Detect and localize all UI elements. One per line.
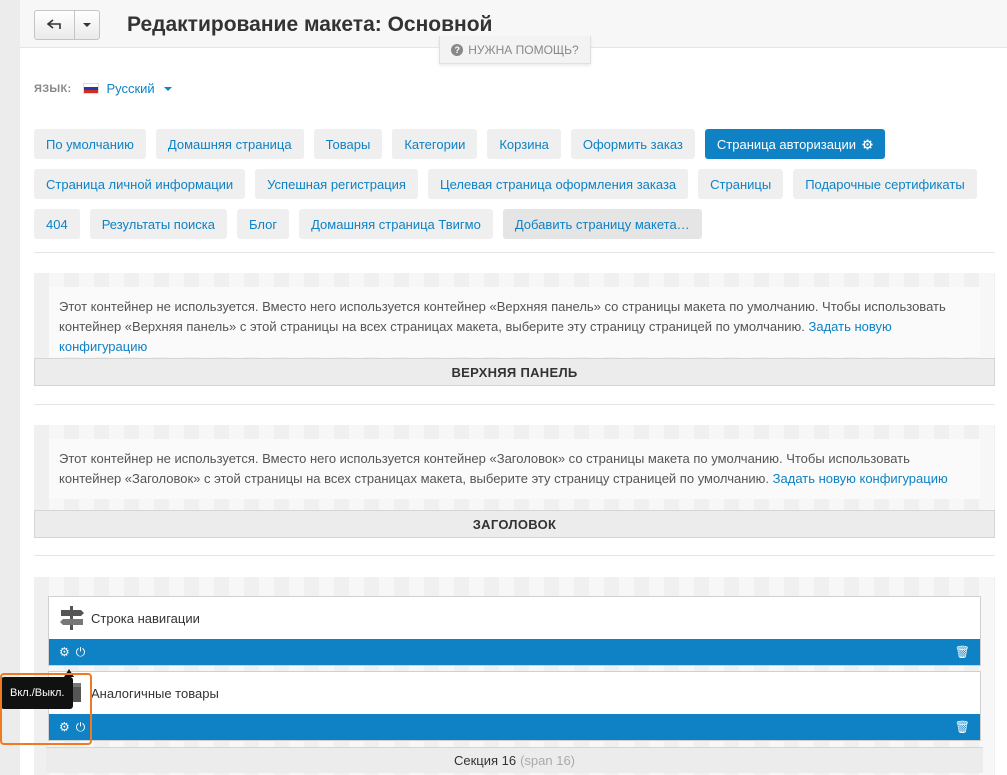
- tab-label: 404: [46, 216, 68, 232]
- layout-page-tabs: По умолчанию Домашняя страница Товары Ка…: [34, 129, 984, 239]
- block-toolbar: ⚙ ⏻ 🗑: [49, 714, 980, 740]
- trash-icon[interactable]: 🗑: [955, 721, 970, 733]
- tab-label: По умолчанию: [46, 136, 134, 152]
- tab-pages[interactable]: Страницы: [698, 169, 784, 199]
- tab-label: Подарочные сертификаты: [805, 176, 965, 192]
- language-value: Русский: [106, 81, 155, 96]
- tab-label: Домашняя страница Твигмо: [311, 216, 481, 232]
- tab-label: Добавить страницу макета…: [514, 216, 690, 232]
- language-selector: ЯЗЫК: Русский: [34, 81, 172, 96]
- tab-twigmo-home[interactable]: Домашняя страница Твигмо: [299, 209, 493, 239]
- block-header[interactable]: Строка навигации: [49, 597, 980, 639]
- block-name: Аналогичные товары: [91, 685, 219, 701]
- tab-search-results[interactable]: Результаты поиска: [89, 209, 228, 239]
- tab-registration-success[interactable]: Успешная регистрация: [255, 169, 418, 199]
- container-notice: Этот контейнер не используется. Вместо н…: [49, 439, 980, 499]
- tab-404[interactable]: 404: [34, 209, 80, 239]
- container-notice: Этот контейнер не используется. Вместо н…: [49, 287, 980, 357]
- content-container: Строка навигации ⚙ ⏻ 🗑 Аналогичные товар…: [34, 577, 995, 775]
- tab-label: Оформить заказ: [582, 136, 683, 152]
- language-dropdown[interactable]: Русский: [83, 81, 172, 96]
- block-breadcrumbs: Строка навигации ⚙ ⏻ 🗑: [48, 596, 981, 666]
- tab-checkout[interactable]: Оформить заказ: [570, 129, 695, 159]
- tab-label: Успешная регистрация: [267, 176, 406, 192]
- trash-icon[interactable]: 🗑: [955, 646, 970, 658]
- back-dropdown-toggle[interactable]: [75, 11, 99, 39]
- help-label: НУЖНА ПОМОЩЬ?: [468, 42, 579, 57]
- tab-default[interactable]: По умолчанию: [34, 129, 146, 159]
- gear-icon[interactable]: [862, 138, 873, 150]
- tab-categories[interactable]: Категории: [392, 129, 478, 159]
- block-name: Строка навигации: [91, 610, 200, 626]
- question-icon: ?: [451, 43, 464, 56]
- tab-label: Товары: [325, 136, 371, 152]
- container-title-bar: ЗАГОЛОВОК: [34, 510, 995, 538]
- tab-label: Страница авторизации: [716, 136, 856, 152]
- left-edge-strip: [0, 0, 20, 775]
- tab-label: Корзина: [499, 136, 549, 152]
- language-label: ЯЗЫК:: [34, 82, 72, 95]
- power-icon[interactable]: ⏻: [76, 646, 86, 658]
- block-header[interactable]: Аналогичные товары: [49, 672, 980, 714]
- container-title-bar: ВЕРХНЯЯ ПАНЕЛЬ: [34, 358, 995, 386]
- tab-label: Категории: [404, 136, 466, 152]
- divider: [34, 404, 995, 405]
- tab-checkout-landing[interactable]: Целевая страница оформления заказа: [427, 169, 689, 199]
- back-arrow-icon: [46, 19, 61, 29]
- block-toolbar: ⚙ ⏻ 🗑: [49, 639, 980, 665]
- section-name: Секция 16: [453, 753, 517, 768]
- tab-cart[interactable]: Корзина: [487, 129, 561, 159]
- gear-icon[interactable]: ⚙: [59, 646, 70, 658]
- tab-label: Блог: [249, 216, 278, 232]
- divider: [34, 252, 995, 253]
- russia-flag-icon: [83, 83, 100, 94]
- block-similar-products: Аналогичные товары ⚙ ⏻ 🗑: [48, 671, 981, 741]
- back-button-group: [34, 10, 100, 40]
- chevron-down-icon: [163, 86, 172, 91]
- divider: [34, 555, 995, 556]
- tab-home[interactable]: Домашняя страница: [155, 129, 304, 159]
- add-layout-page-button[interactable]: Добавить страницу макета…: [502, 209, 702, 239]
- tab-products[interactable]: Товары: [313, 129, 383, 159]
- highlight-outline: [0, 673, 92, 745]
- section-span: (span 16): [520, 753, 576, 768]
- help-button[interactable]: ? НУЖНА ПОМОЩЬ?: [439, 36, 591, 64]
- tab-label: Домашняя страница: [167, 136, 292, 152]
- top-panel-container: Этот контейнер не используется. Вместо н…: [34, 273, 995, 386]
- tab-label: Результаты поиска: [101, 216, 216, 232]
- signpost-icon: [60, 606, 84, 630]
- header-container: Этот контейнер не используется. Вместо н…: [34, 425, 995, 538]
- tab-login-page[interactable]: Страница авторизации: [704, 129, 885, 159]
- set-new-config-link[interactable]: Задать новую конфигурацию: [773, 471, 948, 486]
- tab-blog[interactable]: Блог: [237, 209, 290, 239]
- tab-profile[interactable]: Страница личной информации: [34, 169, 246, 199]
- tab-gift-certificates[interactable]: Подарочные сертификаты: [793, 169, 977, 199]
- tab-label: Страницы: [710, 176, 772, 192]
- back-button[interactable]: [35, 11, 75, 39]
- tab-label: Целевая страница оформления заказа: [439, 176, 677, 192]
- section-footer[interactable]: Секция 16 (span 16): [46, 747, 983, 773]
- tab-label: Страница личной информации: [46, 176, 234, 192]
- page-title: Редактирование макета: Основной: [127, 13, 493, 36]
- chevron-down-icon: [83, 23, 91, 27]
